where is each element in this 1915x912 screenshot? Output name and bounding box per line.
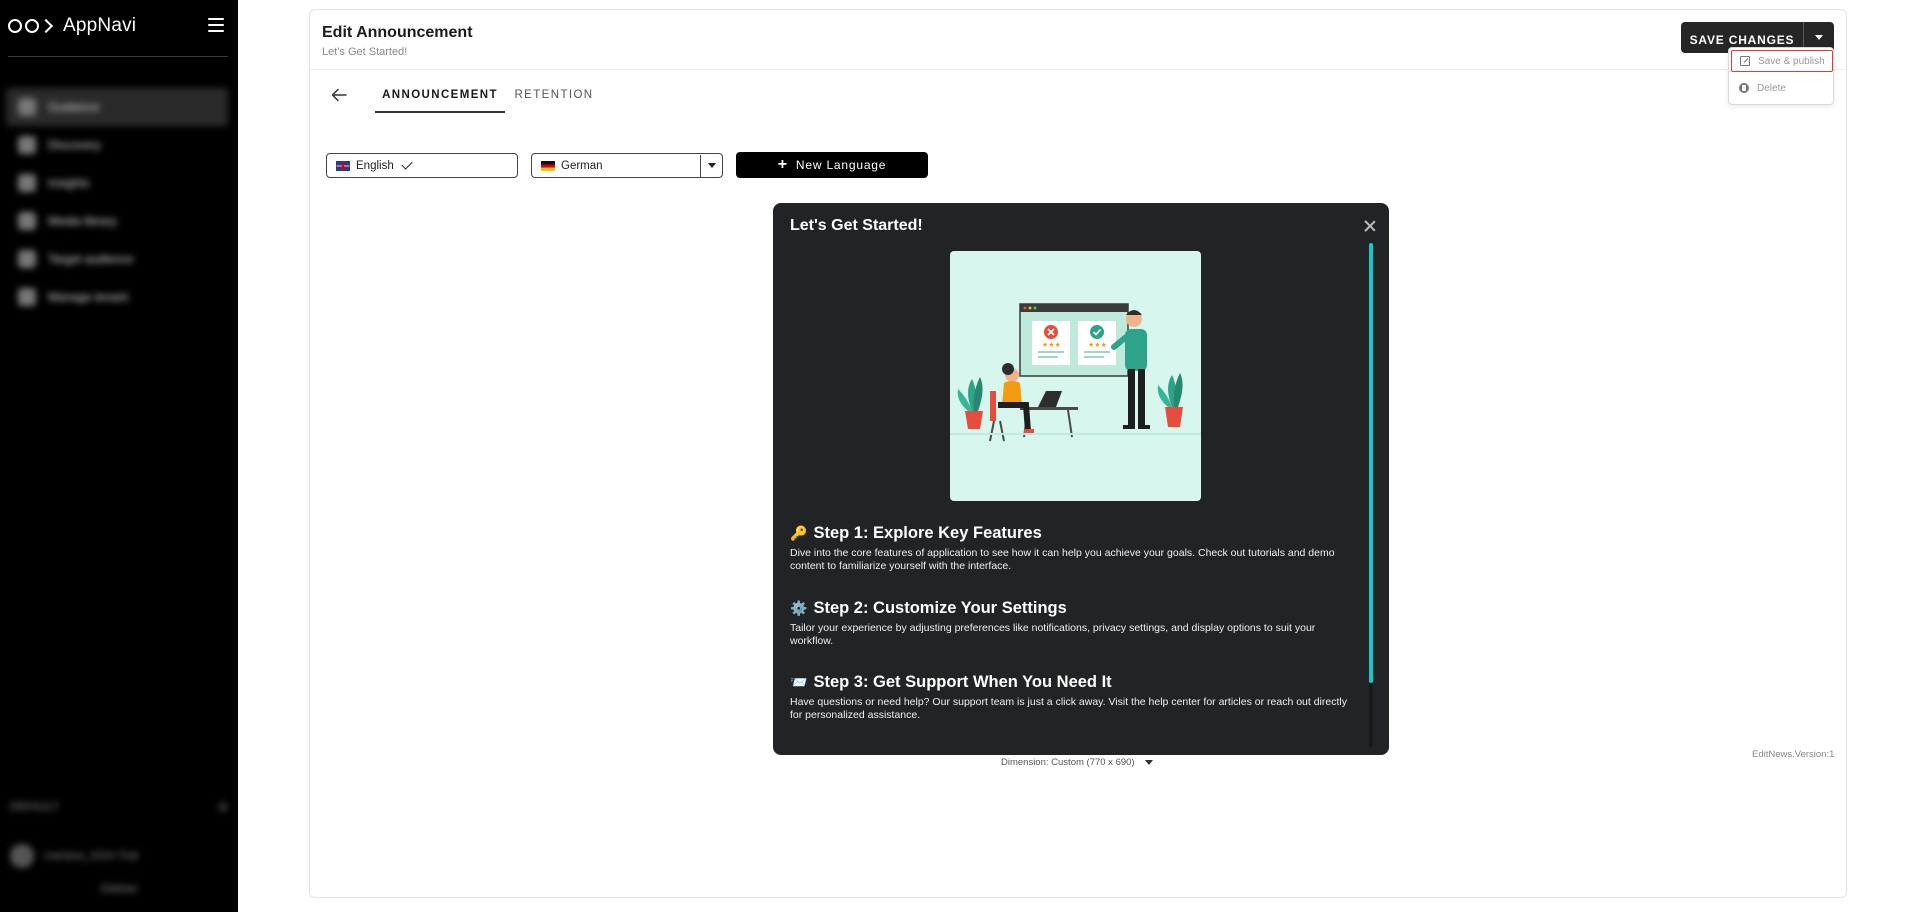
plus-icon: + [777,155,788,173]
germany-flag-icon [541,160,555,171]
step-title: Step 1: Explore Key Features [813,524,1042,542]
tenant-section[interactable]: DEFAULT ⚙ [10,795,228,819]
tab-label: RETENTION [514,89,594,101]
sidebar-item-label: Discovery [48,138,101,152]
step-title: Step 3: Get Support When You Need It [813,673,1112,691]
back-arrow-icon[interactable] [331,88,347,102]
sidebar-item-target-audience[interactable]: Target audience [6,240,228,278]
gear-icon: ⚙️ [790,600,808,617]
dimension-label: Dimension: Custom (770 x 690) [1001,757,1135,768]
step-title: Step 2: Customize Your Settings [813,599,1067,617]
sidebar-item-label: Guidance [48,100,100,114]
language-dropdown-caret-icon[interactable] [700,154,722,177]
avatar [10,844,34,868]
header-divider [310,69,1846,70]
illustration-image: ★★★ ★★★ [950,303,1201,442]
step-heading: 🔑 Step 1: Explore Key Features [790,524,1360,543]
sidebar-nav: Guidance Discovery Insights Media librar… [6,88,228,316]
preview-scrollbar[interactable] [1369,243,1373,747]
edit-icon [1740,56,1750,66]
sidebar-item-discovery[interactable]: Discovery [6,126,228,164]
sidebar-item-media-library[interactable]: Media library [6,202,228,240]
tenant-section-label: DEFAULT [10,801,59,813]
step-3: 📨 Step 3: Get Support When You Need It H… [790,673,1360,722]
step-body: Tailor your experience by adjusting pref… [790,622,1316,647]
sidebar-divider [8,56,228,57]
app-logo[interactable]: AppNavi [8,14,136,38]
save-changes-label: SAVE CHANGES [1689,32,1795,47]
sidebar-item-label: Target audience [48,252,134,266]
user-name: mariana_2024 Trial [44,850,139,862]
step-body: Dive into the core features of applicati… [790,547,1335,572]
sidebar-item-insights[interactable]: Insights [6,164,228,202]
svg-text:★★★: ★★★ [1088,341,1107,349]
step-heading: ⚙️ Step 2: Customize Your Settings [790,599,1360,618]
menu-item-save-publish[interactable]: Save & publish [1731,50,1833,72]
insights-icon [18,174,36,192]
tab-label: ANNOUNCEMENT [382,89,498,101]
user-profile[interactable]: mariana_2024 Trial [10,839,228,873]
page-title: Edit Announcement [322,24,473,41]
sidebar-footer: DEFAULT ⚙ mariana_2024 Trial Sidebar [10,795,228,895]
menu-item-delete[interactable]: Delete [1731,77,1833,99]
logo-mark-icon [8,18,54,34]
tab-announcement[interactable]: ANNOUNCEMENT [375,85,505,113]
step-2: ⚙️ Step 2: Customize Your Settings Tailo… [790,599,1360,648]
media-icon [18,212,36,230]
menu-item-label: Delete [1757,82,1786,94]
menu-item-label: Save & publish [1758,55,1825,67]
preview-title: Let's Get Started! [790,217,923,234]
version-label: EditNews.Version:1 [1752,749,1835,760]
uk-flag-icon [336,160,350,171]
sidebar: AppNavi Guidance Discovery Insights Medi… [0,0,238,912]
announcement-preview: Let's Get Started! ★★★ ★★★ 🔑 Step 1: Exp… [773,203,1389,755]
check-icon [401,158,413,170]
guidance-icon [18,98,36,116]
step-1: 🔑 Step 1: Explore Key Features Dive into… [790,524,1360,573]
menu-toggle-icon[interactable] [208,18,224,32]
tab-retention[interactable]: RETENTION [511,85,597,113]
new-language-label: New Language [795,158,887,172]
svg-text:★★★: ★★★ [1042,341,1061,349]
hero-illustration: ★★★ ★★★ [950,251,1201,501]
page-subtitle: Let's Get Started! [322,46,408,58]
tenant-icon [18,288,36,306]
language-select-german[interactable]: German [531,153,723,178]
discovery-icon [18,136,36,154]
key-icon: 🔑 [790,525,808,542]
dimension-caret-icon [1144,760,1153,765]
sidebar-item-manage-tenant[interactable]: Manage tenant [6,278,228,316]
sidebar-item-guidance[interactable]: Guidance [6,88,228,126]
envelope-icon: 📨 [790,674,808,691]
language-label: English [356,159,394,172]
dimension-selector[interactable]: Dimension: Custom (770 x 690) [1001,757,1153,768]
step-heading: 📨 Step 3: Get Support When You Need It [790,673,1360,692]
close-icon[interactable] [1364,220,1376,232]
delete-icon [1739,83,1749,93]
scrollbar-thumb[interactable] [1369,243,1373,683]
step-body: Have questions or need help? Our support… [790,696,1347,721]
audience-icon [18,250,36,268]
sidebar-footer-label: Sidebar [100,883,138,895]
sidebar-item-label: Insights [48,176,90,190]
language-label: German [561,159,603,172]
new-language-button[interactable]: + New Language [736,152,928,178]
sidebar-item-label: Media library [48,214,117,228]
sidebar-item-label: Manage tenant [48,290,129,304]
save-options-menu: Save & publish Delete [1728,47,1834,105]
app-name: AppNavi [63,15,137,36]
tenant-settings-icon: ⚙ [218,801,228,814]
language-chip-english[interactable]: English [326,153,518,178]
